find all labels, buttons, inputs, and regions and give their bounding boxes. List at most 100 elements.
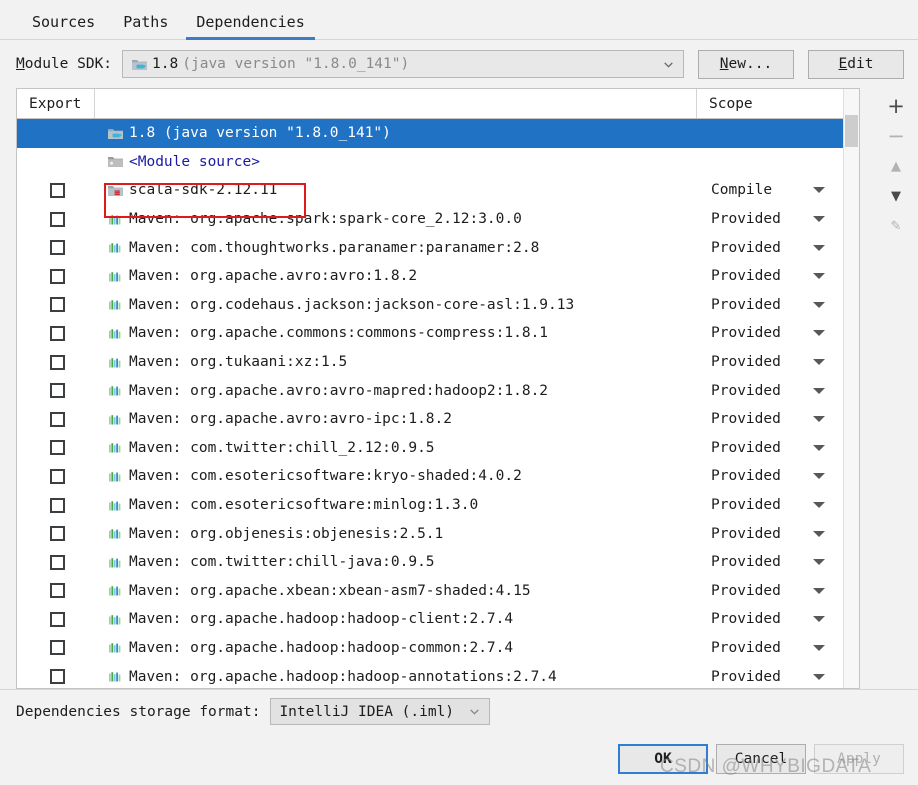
cancel-button[interactable]: Cancel xyxy=(716,744,806,774)
export-checkbox[interactable] xyxy=(50,383,65,399)
tab-sources[interactable]: Sources xyxy=(18,15,109,39)
new-sdk-button[interactable]: New... xyxy=(698,49,794,79)
scope-dropdown-caret-icon[interactable] xyxy=(813,359,825,366)
column-header-scope[interactable]: Scope xyxy=(697,89,843,118)
scope-cell[interactable]: Provided xyxy=(697,411,843,427)
table-row[interactable]: Maven: com.thoughtworks.paranamer:parana… xyxy=(17,233,843,262)
dependency-name-cell: Maven: org.apache.commons:commons-compre… xyxy=(95,325,697,341)
table-row[interactable]: Maven: com.esotericsoftware:minlog:1.3.0… xyxy=(17,490,843,520)
table-header: Export Scope xyxy=(17,89,843,119)
table-row[interactable]: 1.8 (java version "1.8.0_141") xyxy=(17,119,843,148)
scope-dropdown-caret-icon[interactable] xyxy=(813,644,825,651)
scope-dropdown-caret-icon[interactable] xyxy=(813,244,825,251)
edit-sdk-button[interactable]: Edit xyxy=(808,49,904,79)
export-checkbox[interactable] xyxy=(50,640,65,656)
export-cell xyxy=(17,497,95,513)
export-checkbox[interactable] xyxy=(50,354,65,370)
export-checkbox[interactable] xyxy=(50,182,65,198)
export-checkbox[interactable] xyxy=(50,411,65,427)
table-row[interactable]: Maven: org.apache.avro:avro-ipc:1.8.2 Pro… xyxy=(17,404,843,434)
table-row[interactable]: Maven: org.apache.hadoop:hadoop-annotati… xyxy=(17,662,843,688)
scope-dropdown-caret-icon[interactable] xyxy=(813,273,825,280)
column-header-name[interactable] xyxy=(95,89,697,118)
scope-dropdown-caret-icon[interactable] xyxy=(813,330,825,337)
table-row[interactable]: Maven: org.apache.avro:avro-mapred:hadoo… xyxy=(17,376,843,405)
export-checkbox[interactable] xyxy=(50,211,65,227)
scope-cell[interactable]: Provided xyxy=(697,383,843,399)
table-row[interactable]: Maven: com.esotericsoftware:kryo-shaded:… xyxy=(17,462,843,491)
table-row[interactable]: Maven: com.twitter:chill-java:0.9.5 Provi… xyxy=(17,547,843,577)
scope-cell[interactable]: Provided xyxy=(697,526,843,542)
table-row[interactable]: Maven: org.apache.commons:commons-compre… xyxy=(17,319,843,348)
tab-paths-label: Paths xyxy=(123,13,169,31)
maven-library-icon xyxy=(109,386,121,396)
scope-dropdown-caret-icon[interactable] xyxy=(813,187,825,194)
table-vertical-scrollbar[interactable] xyxy=(843,89,859,688)
scope-dropdown-caret-icon[interactable] xyxy=(813,473,825,480)
scope-dropdown-caret-icon[interactable] xyxy=(813,587,825,594)
scope-cell[interactable]: Provided xyxy=(697,240,843,256)
scope-dropdown-caret-icon[interactable] xyxy=(813,387,825,394)
table-row[interactable]: Maven: org.codehaus.jackson:jackson-core… xyxy=(17,290,843,320)
table-row[interactable]: scala-sdk-2.12.11 Compile xyxy=(17,176,843,205)
scope-cell[interactable]: Provided xyxy=(697,211,843,227)
table-row[interactable]: Maven: com.twitter:chill_2.12:0.9.5 Provi… xyxy=(17,433,843,463)
scope-cell[interactable]: Provided xyxy=(697,354,843,370)
scope-dropdown-caret-icon[interactable] xyxy=(813,216,825,223)
scope-dropdown-caret-icon[interactable] xyxy=(813,502,825,509)
export-checkbox[interactable] xyxy=(50,669,65,685)
new-sdk-label: ew... xyxy=(728,56,773,72)
scope-cell[interactable]: Provided xyxy=(697,297,843,313)
scope-cell[interactable]: Provided xyxy=(697,611,843,627)
scope-cell[interactable]: Provided xyxy=(697,669,843,685)
export-checkbox[interactable] xyxy=(50,325,65,341)
scope-dropdown-caret-icon[interactable] xyxy=(813,559,825,566)
scope-cell[interactable]: Provided xyxy=(697,554,843,570)
scope-cell[interactable]: Compile xyxy=(697,182,843,198)
table-row[interactable]: Maven: org.apache.avro:avro:1.8.2 Provide… xyxy=(17,261,843,291)
scope-dropdown-caret-icon[interactable] xyxy=(813,530,825,537)
scope-dropdown-caret-icon[interactable] xyxy=(813,673,825,680)
export-checkbox[interactable] xyxy=(50,583,65,599)
table-row[interactable]: Maven: org.apache.spark:spark-core_2.12:… xyxy=(17,204,843,234)
scope-dropdown-caret-icon[interactable] xyxy=(813,301,825,308)
scope-cell[interactable]: Provided xyxy=(697,640,843,656)
scope-dropdown-caret-icon[interactable] xyxy=(813,616,825,623)
export-checkbox[interactable] xyxy=(50,297,65,313)
scope-dropdown-caret-icon[interactable] xyxy=(813,416,825,423)
export-checkbox[interactable] xyxy=(50,497,65,513)
scope-value: Compile xyxy=(711,182,773,199)
export-checkbox[interactable] xyxy=(50,526,65,542)
tab-dependencies[interactable]: Dependencies xyxy=(182,15,318,40)
export-checkbox[interactable] xyxy=(50,554,65,570)
scope-cell[interactable]: Provided xyxy=(697,468,843,484)
scope-cell[interactable]: Provided xyxy=(697,440,843,456)
table-row[interactable]: Maven: org.apache.hadoop:hadoop-common:2… xyxy=(17,633,843,663)
table-row[interactable]: Maven: org.tukaani:xz:1.5 Provided xyxy=(17,347,843,377)
scope-cell[interactable]: Provided xyxy=(697,268,843,284)
export-checkbox[interactable] xyxy=(50,240,65,256)
ok-button[interactable]: OK xyxy=(618,744,708,774)
scope-cell[interactable]: Provided xyxy=(697,583,843,599)
storage-format-label: Dependencies storage format: xyxy=(16,703,261,720)
scrollbar-thumb[interactable] xyxy=(845,115,858,147)
tab-paths[interactable]: Paths xyxy=(109,15,182,39)
export-checkbox[interactable] xyxy=(50,468,65,484)
move-down-button[interactable]: ▼ xyxy=(876,182,916,211)
table-row[interactable]: Maven: org.apache.xbean:xbean-asm7-shade… xyxy=(17,576,843,606)
dependency-name-label: Maven: com.twitter:chill-java:0.9.5 xyxy=(129,554,435,571)
dependency-name-label: Maven: com.esotericsoftware:minlog:1.3.0 xyxy=(129,497,479,514)
storage-format-combobox[interactable]: IntelliJ IDEA (.iml) xyxy=(270,698,491,725)
add-button[interactable]: + xyxy=(876,92,916,121)
column-header-export[interactable]: Export xyxy=(17,89,95,118)
scope-dropdown-caret-icon[interactable] xyxy=(813,444,825,451)
scope-cell[interactable]: Provided xyxy=(697,497,843,513)
scope-cell[interactable]: Provided xyxy=(697,325,843,341)
export-checkbox[interactable] xyxy=(50,611,65,627)
table-row[interactable]: Maven: org.apache.hadoop:hadoop-client:2… xyxy=(17,605,843,634)
table-row[interactable]: Maven: org.objenesis:objenesis:2.5.1 Prov… xyxy=(17,519,843,548)
module-sdk-combobox[interactable]: 1.8 (java version "1.8.0_141") xyxy=(122,50,684,78)
export-checkbox[interactable] xyxy=(50,440,65,456)
table-row[interactable]: <Module source> xyxy=(17,147,843,177)
export-checkbox[interactable] xyxy=(50,268,65,284)
